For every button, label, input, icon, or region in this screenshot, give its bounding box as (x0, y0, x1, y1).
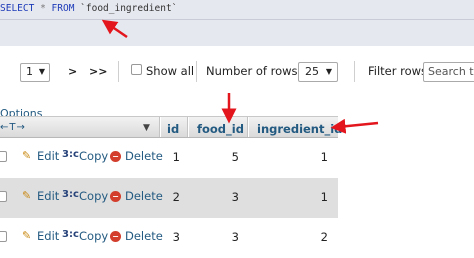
show-all-checkbox[interactable] (131, 64, 142, 75)
nav-separator (354, 61, 355, 82)
filter-rows-input[interactable]: Search th (423, 62, 474, 82)
copy-link[interactable]: Copy (79, 189, 108, 203)
cell-ingredient-id: 2 (320, 230, 328, 244)
delete-link[interactable]: Delete (125, 229, 163, 243)
row-checkbox[interactable] (0, 231, 7, 242)
column-header-id[interactable]: id (167, 122, 179, 136)
edit-link[interactable]: Edit (37, 149, 59, 163)
row-checkbox[interactable] (0, 191, 7, 202)
arrow-to-ingredient-id (330, 118, 379, 134)
sql-table-name: `food_ingredient` (80, 3, 178, 14)
sql-select-keyword: SELECT (0, 3, 35, 14)
last-page-button[interactable]: >> (89, 65, 107, 78)
sql-star: * (40, 3, 46, 14)
copy-icon[interactable]: 3:c (62, 149, 79, 160)
nav-separator (118, 61, 119, 82)
sort-caret-icon[interactable]: ▼ (143, 123, 150, 133)
cell-ingredient-id: 1 (320, 150, 328, 164)
cell-food-id: 5 (231, 150, 239, 164)
row-checkbox[interactable] (0, 151, 7, 162)
column-header-ingredient-id[interactable]: ingredient_id (257, 122, 342, 136)
number-of-rows-select[interactable]: 25 ▼ (298, 62, 338, 82)
cell-food-id: 3 (231, 230, 239, 244)
sql-divider (0, 19, 474, 20)
number-of-rows-label: Number of rows: (206, 64, 302, 78)
delete-link[interactable]: Delete (125, 149, 163, 163)
chevron-down-icon: ▼ (325, 67, 332, 76)
copy-link[interactable]: Copy (79, 229, 108, 243)
edit-link[interactable]: Edit (37, 229, 59, 243)
page-number-value: 1 (26, 65, 33, 78)
copy-link[interactable]: Copy (79, 149, 108, 163)
delete-icon[interactable]: − (110, 191, 121, 202)
table-row: ✎ Edit 3:c Copy − Delete 1 5 1 (0, 138, 338, 178)
cell-id: 1 (172, 150, 180, 164)
delete-icon[interactable]: − (110, 151, 121, 162)
cell-ingredient-id: 1 (320, 190, 328, 204)
chevron-down-icon: ▼ (38, 67, 45, 76)
sql-query-bar: SELECT * FROM `food_ingredient` (0, 0, 474, 46)
nav-separator (196, 61, 197, 82)
edit-link[interactable]: Edit (37, 189, 59, 203)
number-of-rows-value: 25 (305, 65, 319, 78)
resize-arrows-icon[interactable]: ←T→ (0, 122, 26, 133)
pencil-icon[interactable]: ✎ (22, 229, 31, 242)
sql-query-text[interactable]: SELECT * FROM `food_ingredient` (0, 3, 177, 14)
copy-icon[interactable]: 3:c (62, 229, 79, 240)
cell-id: 2 (172, 190, 180, 204)
pencil-icon[interactable]: ✎ (22, 189, 31, 202)
column-separator (160, 117, 161, 137)
next-page-button[interactable]: > (68, 65, 77, 78)
filter-rows-label: Filter rows: (368, 64, 431, 78)
copy-icon[interactable]: 3:c (62, 189, 79, 200)
cell-id: 3 (172, 230, 180, 244)
pencil-icon[interactable]: ✎ (22, 149, 31, 162)
delete-link[interactable]: Delete (125, 189, 163, 203)
delete-icon[interactable]: − (110, 231, 121, 242)
page-number-select[interactable]: 1 ▼ (20, 63, 50, 82)
table-row: ✎ Edit 3:c Copy − Delete 2 3 1 (0, 178, 338, 218)
column-separator (188, 117, 189, 137)
table-row: ✎ Edit 3:c Copy − Delete 3 3 2 (0, 218, 338, 258)
sql-from-keyword: FROM (51, 3, 75, 14)
show-all-label[interactable]: Show all (146, 64, 194, 78)
column-separator (248, 117, 249, 137)
cell-food-id: 3 (231, 190, 239, 204)
column-header-food-id[interactable]: food_id (197, 122, 244, 136)
